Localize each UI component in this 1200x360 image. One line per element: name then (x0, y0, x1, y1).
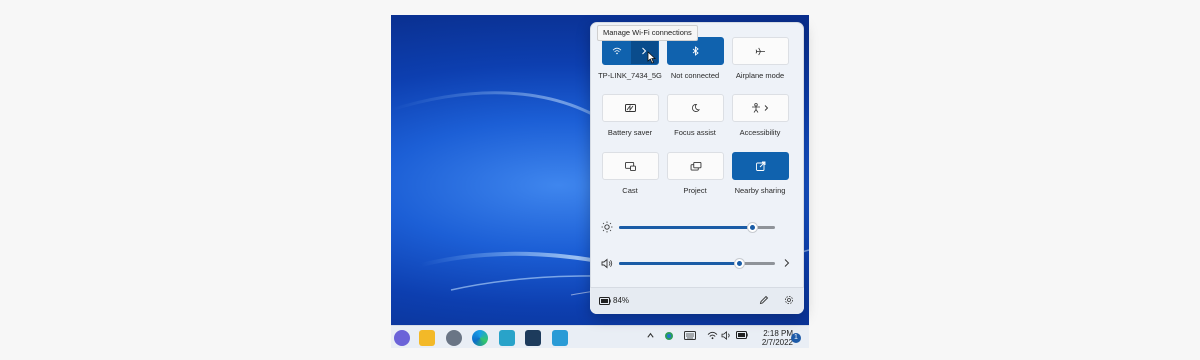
nearby-sharing-tile[interactable] (732, 152, 789, 180)
share-icon (755, 161, 765, 171)
nearby-sharing-tile-label: Nearby sharing (734, 186, 786, 195)
quick-settings-footer: 84% (590, 287, 804, 314)
teams-icon[interactable] (394, 330, 410, 346)
accessibility-tile[interactable] (732, 94, 789, 122)
mouse-cursor-icon (647, 51, 656, 64)
battery-icon[interactable] (599, 297, 611, 305)
app-icon[interactable] (525, 330, 541, 346)
brightness-slider-thumb[interactable] (748, 223, 757, 232)
cast-icon (625, 161, 636, 171)
notification-badge[interactable]: 1 (791, 333, 801, 343)
date: 2/7/2022 (761, 338, 793, 347)
store-icon[interactable] (499, 330, 515, 346)
volume-slider-thumb[interactable] (735, 259, 744, 268)
airplane-mode-tile[interactable] (732, 37, 789, 65)
bluetooth-icon (692, 46, 699, 56)
battery-percent: 84% (613, 296, 630, 305)
bluetooth-tile[interactable] (667, 37, 724, 65)
project-tile[interactable] (667, 152, 724, 180)
airplane-icon (755, 47, 765, 55)
speaker-icon[interactable] (601, 258, 613, 269)
photos-icon[interactable] (552, 330, 568, 346)
tray-wifi-icon[interactable] (707, 331, 718, 340)
brightness-slider-fill (619, 226, 752, 229)
tray-speaker-icon[interactable] (721, 331, 732, 340)
focus-assist-tile[interactable] (667, 94, 724, 122)
moon-icon (691, 103, 700, 112)
wifi-toggle[interactable] (603, 38, 631, 64)
security-icon[interactable] (664, 331, 674, 341)
file-explorer-icon[interactable] (419, 330, 435, 346)
battery-saver-tile[interactable] (602, 94, 659, 122)
time: 2:18 PM (763, 329, 793, 338)
volume-output-chevron-icon[interactable] (783, 258, 790, 268)
volume-slider[interactable] (619, 259, 775, 268)
battery-saver-icon (624, 104, 636, 112)
airplane-mode-tile-label: Airplane mode (735, 71, 785, 80)
volume-slider-fill (619, 262, 739, 265)
taskbar: 2:18 PM 2/7/2022 1 (391, 325, 809, 348)
cast-tile[interactable] (602, 152, 659, 180)
chevron-up-icon[interactable] (646, 331, 655, 340)
sun-icon (601, 221, 613, 233)
accessibility-icon (751, 103, 768, 113)
settings-gear-icon[interactable] (784, 295, 794, 305)
keyboard-icon[interactable] (684, 331, 696, 340)
accessibility-tile-label: Accessibility (739, 128, 781, 137)
settings-icon[interactable] (446, 330, 462, 346)
edge-icon[interactable] (472, 330, 488, 346)
clock[interactable]: 2:18 PM 2/7/2022 (747, 329, 793, 347)
project-icon (690, 161, 701, 171)
brightness-slider[interactable] (619, 223, 775, 232)
wifi-tooltip: Manage Wi-Fi connections (597, 25, 698, 41)
edit-pencil-icon[interactable] (759, 295, 769, 305)
wifi-icon (612, 47, 622, 55)
